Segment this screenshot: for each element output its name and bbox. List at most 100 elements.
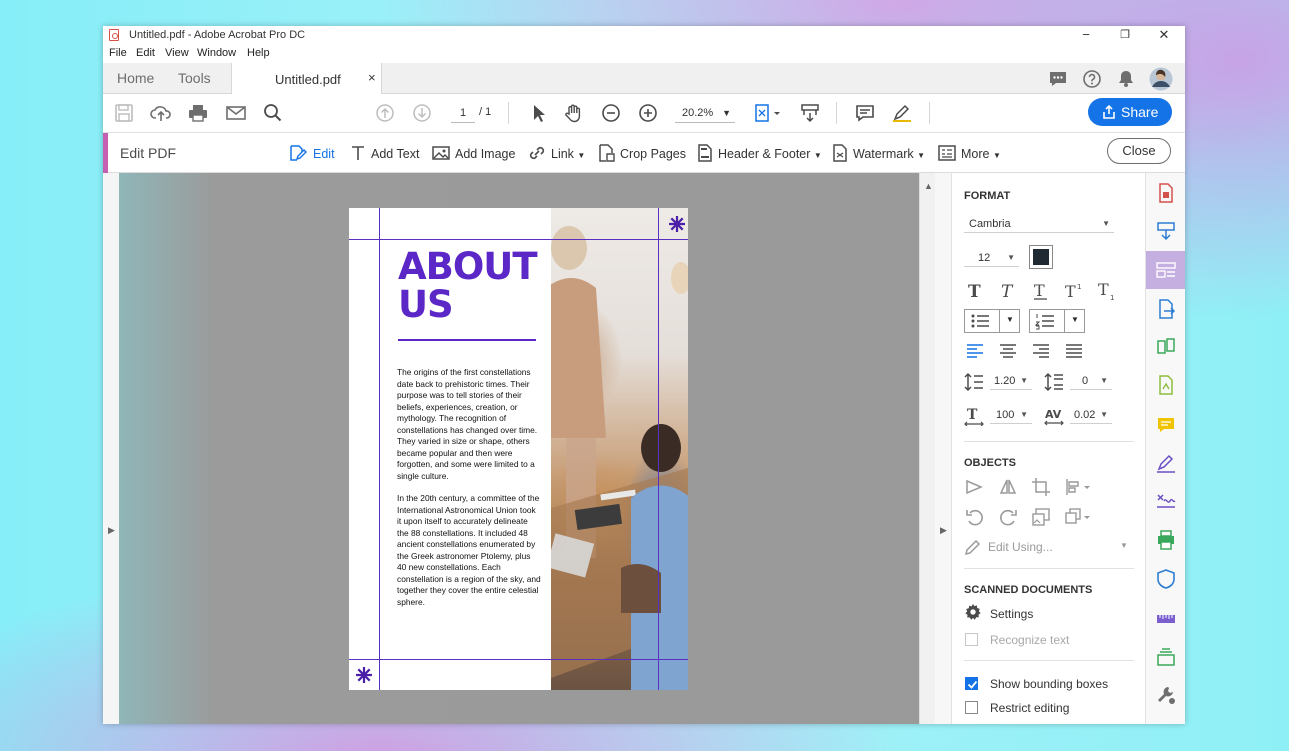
comment-bubble-icon[interactable]	[1048, 69, 1068, 89]
align-left-icon[interactable]	[965, 341, 985, 361]
paragraph-2[interactable]: In the 20th century, a committee of the …	[397, 493, 541, 608]
show-bounding-boxes-checkbox[interactable]	[965, 677, 978, 690]
flip-horizontal-icon[interactable]	[965, 477, 985, 497]
expand-left-pane-icon[interactable]: ▶	[108, 525, 115, 536]
character-spacing-icon[interactable]: AV	[1044, 406, 1064, 426]
font-family-dropdown[interactable]: Cambria ▼	[964, 216, 1114, 233]
rotate-counterclockwise-icon[interactable]	[965, 507, 985, 527]
save-icon[interactable]	[113, 103, 135, 123]
gear-icon[interactable]	[964, 603, 982, 621]
zoom-level-dropdown[interactable]: 20.2% ▼	[675, 104, 735, 123]
tab-document[interactable]: Untitled.pdf ×	[231, 63, 382, 94]
crop-pages-button[interactable]: Crop Pages	[597, 144, 686, 162]
recognize-text-checkbox[interactable]	[965, 633, 978, 646]
menu-file[interactable]: File	[109, 45, 127, 59]
more-button[interactable]: More ▼	[938, 144, 1001, 162]
edit-tool-button[interactable]: Edit	[288, 144, 335, 162]
next-page-icon[interactable]	[411, 103, 433, 123]
horizontal-scaling-icon[interactable]: T	[964, 406, 984, 426]
font-size-dropdown[interactable]: 12 ▼	[964, 250, 1019, 267]
underline-t-icon[interactable]: T	[1031, 281, 1051, 301]
header-footer-button[interactable]: Header & Footer ▼	[697, 144, 822, 162]
close-window-button[interactable]: ✕	[1145, 26, 1183, 45]
highlight-pen-icon[interactable]	[891, 103, 913, 123]
align-right-icon[interactable]	[1031, 341, 1051, 361]
character-spacing-dropdown[interactable]: 0.02 ▼	[1070, 407, 1112, 424]
horizontal-scaling-dropdown[interactable]: 100 ▼	[990, 407, 1032, 424]
pdf-page[interactable]: ABOUT US The origins of the first constel…	[349, 208, 688, 690]
rotate-clockwise-icon[interactable]	[998, 507, 1018, 527]
collapse-right-pane-icon[interactable]: ▶	[940, 525, 947, 536]
notification-bell-icon[interactable]	[1116, 69, 1136, 89]
text-color-swatch[interactable]	[1029, 245, 1053, 269]
link-button[interactable]: Link ▼	[528, 144, 585, 162]
align-justify-icon[interactable]	[1064, 341, 1084, 361]
watermark-button[interactable]: Watermark ▼	[832, 144, 925, 162]
add-text-button[interactable]: Add Text	[350, 144, 419, 162]
numbered-list-button[interactable]: ▼	[1029, 309, 1085, 333]
italic-t-icon[interactable]: T	[998, 281, 1018, 301]
more-tools-wrench-icon[interactable]	[1156, 685, 1176, 705]
sign-x-icon[interactable]	[1156, 491, 1176, 511]
print-production-icon[interactable]	[1156, 530, 1176, 550]
subscript-icon[interactable]: T1	[1097, 281, 1117, 301]
measure-ruler-icon[interactable]	[1156, 609, 1176, 629]
chevron-down-icon[interactable]: ▼	[1006, 315, 1014, 324]
menu-view[interactable]: View	[165, 45, 189, 59]
paragraph-spacing-dropdown[interactable]: 0 ▼	[1070, 373, 1112, 390]
restore-button[interactable]: ❐	[1106, 26, 1144, 45]
crop-icon[interactable]	[1031, 477, 1051, 497]
align-center-icon[interactable]	[998, 341, 1018, 361]
about-us-heading[interactable]: ABOUT US	[398, 248, 538, 324]
help-icon[interactable]	[1082, 69, 1102, 89]
hand-tool-icon[interactable]	[563, 103, 585, 123]
body-text-block[interactable]: The origins of the first constellations …	[397, 367, 541, 619]
tab-tools[interactable]: Tools	[178, 70, 211, 86]
menu-edit[interactable]: Edit	[136, 45, 155, 59]
arrange-objects-icon[interactable]	[1064, 507, 1094, 527]
flip-vertical-icon[interactable]	[998, 477, 1018, 497]
page-number-input[interactable]: 1	[451, 104, 475, 123]
panel-collapse-strip[interactable]: ▶	[935, 173, 951, 724]
search-icon[interactable]	[262, 103, 284, 123]
email-icon[interactable]	[225, 103, 247, 123]
close-edit-button[interactable]: Close	[1107, 138, 1171, 164]
upload-cloud-icon[interactable]	[150, 103, 172, 123]
paragraph-1[interactable]: The origins of the first constellations …	[397, 367, 541, 482]
user-avatar[interactable]	[1149, 67, 1173, 91]
comment-icon[interactable]	[854, 103, 876, 123]
request-signatures-icon[interactable]	[1156, 375, 1176, 395]
stack-layers-icon[interactable]	[1156, 647, 1176, 667]
edit-pdf-rail-icon[interactable]	[1156, 260, 1176, 280]
replace-image-icon[interactable]	[1031, 507, 1051, 527]
combine-files-icon[interactable]	[1156, 221, 1176, 241]
menu-help[interactable]: Help	[247, 45, 270, 59]
select-cursor-icon[interactable]	[527, 103, 549, 123]
zoom-out-icon[interactable]	[600, 103, 622, 123]
bullet-list-button[interactable]: ▼	[964, 309, 1020, 333]
superscript-icon[interactable]: T1	[1064, 281, 1084, 301]
minimize-button[interactable]: −	[1067, 26, 1105, 45]
share-button[interactable]: Share	[1088, 98, 1172, 126]
line-spacing-dropdown[interactable]: 1.20 ▼	[990, 373, 1032, 390]
settings-label[interactable]: Settings	[990, 607, 1033, 621]
add-image-button[interactable]: Add Image	[432, 144, 515, 162]
restrict-editing-checkbox[interactable]	[965, 701, 978, 714]
tab-close-button[interactable]: ×	[368, 70, 376, 85]
create-pdf-icon[interactable]	[1156, 183, 1176, 203]
fit-page-icon[interactable]	[753, 103, 783, 123]
comment-rail-icon[interactable]	[1156, 415, 1176, 435]
zoom-in-icon[interactable]	[637, 103, 659, 123]
scroll-mode-icon[interactable]	[799, 103, 821, 123]
previous-page-icon[interactable]	[374, 103, 396, 123]
left-collapsed-pane[interactable]: ▶	[103, 173, 119, 724]
vertical-scrollbar[interactable]: ▲	[919, 173, 935, 724]
edit-using-dropdown[interactable]: Edit Using... ▼	[964, 538, 1134, 556]
protect-shield-icon[interactable]	[1156, 569, 1176, 589]
align-objects-icon[interactable]	[1064, 477, 1094, 497]
bold-t-icon[interactable]: T	[965, 281, 985, 301]
fill-sign-icon[interactable]	[1156, 453, 1176, 473]
scroll-up-icon[interactable]: ▲	[924, 181, 933, 191]
chevron-down-icon[interactable]: ▼	[1071, 315, 1079, 324]
menu-window[interactable]: Window	[197, 45, 236, 59]
